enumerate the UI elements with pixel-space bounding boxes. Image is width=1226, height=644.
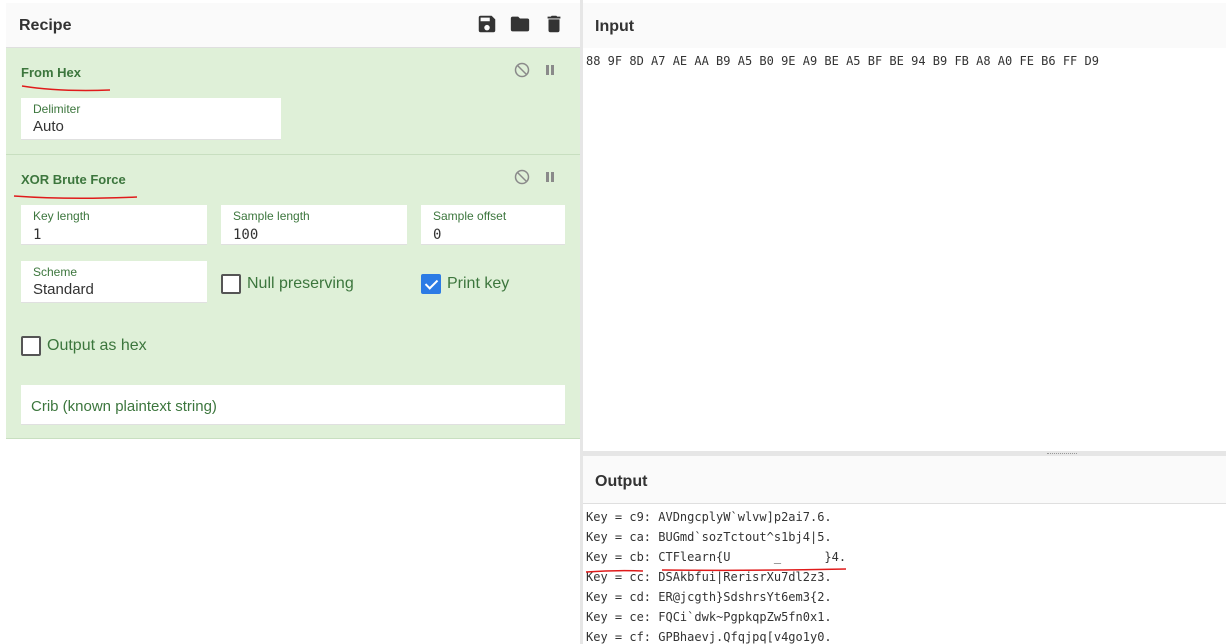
field-value: Auto: [33, 118, 64, 135]
folder-icon[interactable]: [509, 13, 531, 35]
field-label: Sample length: [233, 209, 310, 223]
output-line: Key = ca: BUGmd`sozTctout^s1bj4|5.: [586, 530, 832, 544]
output-line: Key = cc: DSAkbfui|RerisrXu7dl2z3.: [586, 570, 832, 584]
output-line: Key = cf: GPBhaevj.Qfqjpq[v4go1y0.: [586, 630, 832, 644]
disable-icon[interactable]: [514, 62, 530, 78]
operation-title: From Hex: [21, 65, 81, 80]
field-value: 100: [233, 227, 259, 243]
input-header: Input: [583, 3, 1226, 49]
field-label: Delimiter: [33, 102, 81, 116]
checkbox-label: Output as hex: [47, 337, 147, 354]
recipe-title: Recipe: [19, 17, 72, 34]
scheme-select[interactable]: Scheme Standard: [21, 261, 207, 303]
field-label: Key length: [33, 209, 90, 223]
output-line: Key = ce: FQCi`dwk~PgpkqpZw5fn0x1.: [586, 610, 832, 624]
checkbox-label: Print key: [447, 275, 510, 292]
trash-icon[interactable]: [543, 13, 565, 35]
recipe-empty-area[interactable]: [6, 439, 580, 644]
crib-placeholder: Crib (known plaintext string): [31, 398, 217, 415]
field-label: Scheme: [33, 265, 78, 279]
recipe-header: Recipe: [6, 3, 580, 48]
output-header: Output: [583, 456, 1226, 504]
pause-icon[interactable]: [542, 62, 558, 78]
key-length-field[interactable]: Key length 1: [21, 205, 207, 245]
checkbox-box[interactable]: [221, 274, 241, 294]
output-line: Key = cb: CTFlearn{U _ }4.: [586, 550, 847, 564]
delimiter-field[interactable]: Delimiter Auto: [21, 98, 281, 140]
resize-grip[interactable]: [1047, 453, 1077, 454]
field-label: Sample offset: [433, 209, 507, 223]
input-text: 88 9F 8D A7 AE AA B9 A5 B0 9E A9 BE A5 B…: [586, 54, 1099, 68]
pause-icon[interactable]: [542, 169, 558, 185]
cyberchef-window: Recipe From Hex Delimiter Auto XOR Brute…: [0, 0, 1226, 644]
null-preserving-checkbox[interactable]: Null preserving: [221, 274, 354, 294]
print-key-checkbox[interactable]: Print key: [421, 274, 509, 294]
checkbox-box[interactable]: [21, 336, 41, 356]
field-value: Standard: [33, 281, 94, 298]
operation-title: XOR Brute Force: [21, 172, 126, 187]
field-value: 1: [33, 227, 42, 243]
sample-offset-field[interactable]: Sample offset 0: [421, 205, 565, 245]
input-textarea[interactable]: 88 9F 8D A7 AE AA B9 A5 B0 9E A9 BE A5 B…: [583, 48, 1226, 451]
crib-input[interactable]: Crib (known plaintext string): [21, 385, 565, 425]
input-title: Input: [595, 18, 635, 35]
checkbox-label: Null preserving: [247, 275, 354, 292]
output-textarea[interactable]: Key = c9: AVDngcplyW`wlvw]p2ai7.6. Key =…: [583, 504, 1226, 644]
sample-length-field[interactable]: Sample length 100: [221, 205, 407, 245]
recipe-pane: Recipe From Hex Delimiter Auto XOR Brute…: [0, 0, 580, 644]
field-value: 0: [433, 227, 442, 243]
disable-icon[interactable]: [514, 169, 530, 185]
output-as-hex-checkbox[interactable]: Output as hex: [21, 336, 147, 356]
operation-xor-brute-force: XOR Brute Force Key length 1 Sample leng…: [6, 155, 580, 439]
checkbox-box[interactable]: [421, 274, 441, 294]
output-line: Key = c9: AVDngcplyW`wlvw]p2ai7.6.: [586, 510, 832, 524]
output-line: Key = cd: ER@jcgth}SdshrsYt6em3{2.: [586, 590, 832, 604]
save-icon[interactable]: [476, 13, 498, 35]
operation-from-hex: From Hex Delimiter Auto: [6, 48, 580, 155]
output-title: Output: [595, 473, 648, 490]
